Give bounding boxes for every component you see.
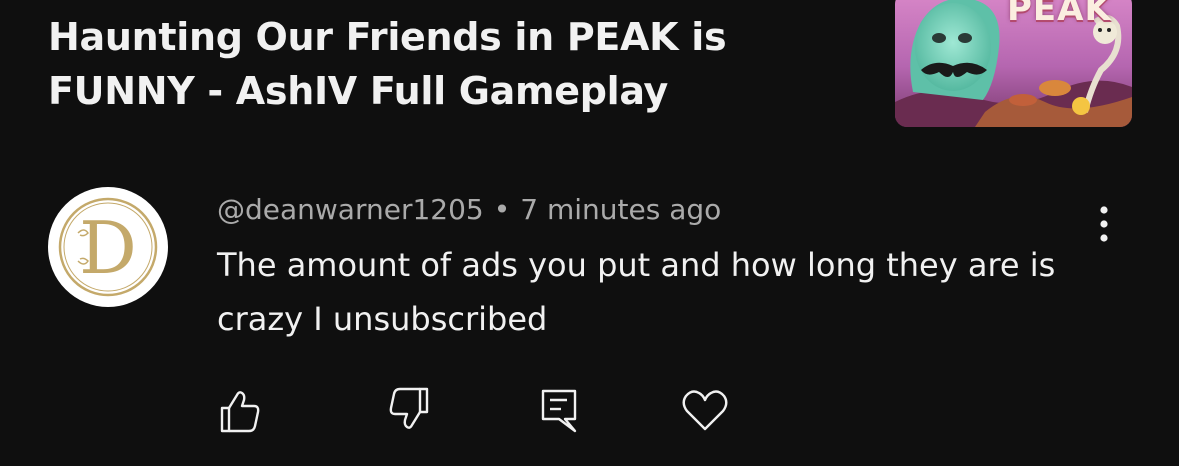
reply-button[interactable]	[537, 385, 587, 435]
comment-meta: @deanwarner1205 • 7 minutes ago	[217, 192, 721, 228]
more-vert-icon	[1100, 206, 1108, 242]
heart-button[interactable]	[680, 385, 730, 435]
dislike-button[interactable]	[385, 385, 435, 435]
thumbs-up-icon	[220, 391, 260, 433]
more-options-button[interactable]	[1088, 204, 1120, 244]
comment: D @deanwarner1205 • 7 minutes ago The amou…	[0, 180, 1179, 466]
thumbs-down-icon	[389, 387, 429, 429]
comment-actions	[0, 385, 1179, 445]
comment-text: The amount of ads you put and how long t…	[217, 246, 1056, 338]
avatar-letter: D	[79, 206, 137, 290]
comment-author-handle[interactable]: @deanwarner1205	[217, 193, 484, 226]
like-button[interactable]	[214, 385, 264, 435]
avatar-monogram-icon: D	[50, 189, 166, 305]
video-thumbnail[interactable]: PEAK	[895, 0, 1132, 127]
comment-timestamp: 7 minutes ago	[520, 193, 722, 226]
video-title[interactable]: Haunting Our Friends in PEAK is FUNNY - …	[48, 10, 868, 118]
avatar[interactable]: D	[48, 187, 168, 307]
meta-separator: •	[493, 193, 511, 226]
thumbnail-logo: PEAK	[1007, 0, 1112, 29]
reply-icon	[541, 389, 577, 433]
heart-icon	[682, 390, 728, 431]
video-header: Haunting Our Friends in PEAK is FUNNY - …	[0, 0, 1179, 140]
